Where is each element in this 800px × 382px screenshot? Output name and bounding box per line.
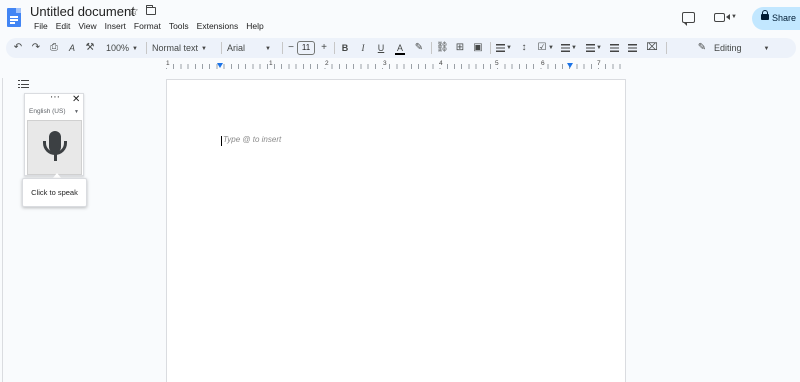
font-value: Arial — [227, 43, 246, 53]
clear-formatting-icon[interactable]: ⌧ — [646, 38, 658, 58]
insert-placeholder[interactable]: Type @ to insert — [223, 135, 281, 144]
right-indent-marker[interactable] — [567, 63, 573, 68]
chevron-down-icon: ▼ — [763, 46, 770, 52]
decrease-font-size-button[interactable]: − — [286, 38, 296, 58]
font-size-input[interactable]: 11 — [297, 41, 315, 55]
microphone-icon-holder — [43, 141, 67, 155]
menu-extensions[interactable]: Extensions — [193, 21, 243, 32]
text-color-swatch — [395, 53, 405, 55]
chevron-down-icon[interactable]: ▼ — [506, 38, 512, 58]
menu-edit[interactable]: Edit — [52, 21, 75, 32]
toolbar: ↶ ↷ ⎙ A ⚒ 100% ▼ Normal text ▼ Arial ▼ − 11… — [6, 38, 796, 58]
more-options-icon[interactable]: ⋯ — [50, 92, 60, 103]
redo-icon[interactable]: ↷ — [30, 38, 42, 58]
chevron-down-icon[interactable]: ▼ — [548, 38, 554, 58]
toolbar-divider — [490, 42, 491, 54]
chevron-down-icon: ▼ — [201, 46, 207, 52]
document-outline-icon[interactable] — [18, 80, 29, 89]
document-title[interactable]: Untitled document — [30, 4, 135, 19]
toolbar-divider — [221, 42, 222, 54]
bold-button[interactable]: B — [340, 38, 350, 58]
underline-button[interactable]: U — [376, 38, 386, 58]
menu-view[interactable]: View — [74, 21, 100, 32]
move-folder-icon[interactable] — [146, 5, 156, 15]
insert-link-icon[interactable]: ⛓ — [436, 38, 449, 58]
italic-button[interactable]: I — [358, 38, 368, 58]
close-icon[interactable]: ✕ — [72, 94, 80, 105]
menu-tools[interactable]: Tools — [165, 21, 193, 32]
align-left-icon[interactable] — [496, 44, 505, 52]
chevron-down-icon[interactable]: ▼ — [731, 14, 737, 20]
highlight-color-icon[interactable]: ✎ — [413, 38, 425, 58]
ruler-number: 5 — [494, 60, 500, 68]
ruler[interactable]: 1 1 2 3 4 5 6 7 — [165, 60, 626, 70]
toolbar-divider — [431, 42, 432, 54]
click-to-speak-tooltip: Click to speak — [22, 178, 87, 207]
ruler-number: 1 — [165, 60, 171, 68]
toolbar-divider — [146, 42, 147, 54]
decrease-indent-icon[interactable] — [610, 44, 619, 52]
paragraph-style-select[interactable]: Normal text ▼ — [152, 38, 216, 58]
pencil-icon: ✎ — [697, 42, 707, 53]
chevron-down-icon: ▼ — [132, 46, 138, 52]
menu-format[interactable]: Format — [130, 21, 165, 32]
menu-file[interactable]: File — [30, 21, 52, 32]
numbered-list-icon[interactable] — [586, 44, 595, 52]
increase-font-size-button[interactable]: + — [319, 38, 329, 58]
line-spacing-icon[interactable]: ↕ — [518, 38, 530, 58]
comment-history-icon[interactable] — [682, 12, 695, 26]
ruler-number: 3 — [382, 60, 388, 68]
style-value: Normal text — [152, 43, 199, 53]
ruler-number: 2 — [324, 60, 330, 68]
zoom-value: 100% — [106, 43, 130, 53]
checklist-icon[interactable]: ☑ — [536, 38, 548, 58]
chevron-down-icon[interactable]: ▼ — [571, 38, 577, 58]
menu-insert[interactable]: Insert — [101, 21, 130, 32]
share-button[interactable]: Share — [752, 7, 800, 30]
text-color-button[interactable]: A — [395, 38, 405, 58]
add-comment-icon[interactable]: ⊞ — [454, 38, 466, 58]
document-page[interactable]: Type @ to insert — [166, 79, 626, 382]
toolbar-divider — [282, 42, 283, 54]
chevron-down-icon[interactable]: ▼ — [74, 109, 79, 115]
chevron-down-icon: ▼ — [265, 46, 271, 52]
undo-icon[interactable]: ↶ — [12, 38, 24, 58]
docs-logo-icon[interactable] — [7, 8, 21, 27]
voice-typing-panel: ⋯ ✕ English (US) ▼ — [24, 92, 84, 176]
insert-image-icon[interactable]: ▣ — [472, 38, 484, 58]
lock-icon — [761, 10, 769, 20]
paint-format-icon[interactable]: ⚒ — [84, 38, 96, 58]
left-indent-marker[interactable] — [217, 63, 223, 68]
ruler-number: 1 — [268, 60, 274, 68]
star-icon[interactable]: ☆ — [128, 4, 139, 18]
mode-value: Editing — [714, 43, 742, 53]
zoom-select[interactable]: 100% ▼ — [104, 38, 140, 58]
font-select[interactable]: Arial ▼ — [227, 38, 277, 58]
ruler-number: 6 — [540, 60, 546, 68]
menu-bar: File Edit View Insert Format Tools Exten… — [30, 21, 268, 32]
editing-mode-select[interactable]: Editing ▼ — [714, 38, 784, 58]
voice-language-select[interactable]: English (US) — [29, 108, 65, 115]
bulleted-list-icon[interactable] — [561, 44, 570, 52]
microphone-button[interactable] — [27, 120, 82, 175]
share-label: Share — [772, 13, 797, 23]
menu-help[interactable]: Help — [242, 21, 267, 32]
print-icon[interactable]: ⎙ — [48, 38, 60, 58]
chevron-down-icon[interactable]: ▼ — [596, 38, 602, 58]
title-bar: Untitled document ☆ File Edit View Inser… — [0, 0, 800, 37]
text-cursor — [221, 136, 222, 146]
microphone-icon-stem — [53, 154, 57, 161]
toolbar-divider — [334, 42, 335, 54]
spellcheck-icon[interactable]: A — [66, 38, 78, 58]
ruler-ticks — [166, 64, 626, 69]
left-border — [2, 78, 3, 382]
meet-video-icon[interactable] — [714, 13, 730, 22]
toolbar-divider — [666, 42, 667, 54]
increase-indent-icon[interactable] — [628, 44, 637, 52]
ruler-number: 7 — [596, 60, 602, 68]
ruler-number: 4 — [438, 60, 444, 68]
